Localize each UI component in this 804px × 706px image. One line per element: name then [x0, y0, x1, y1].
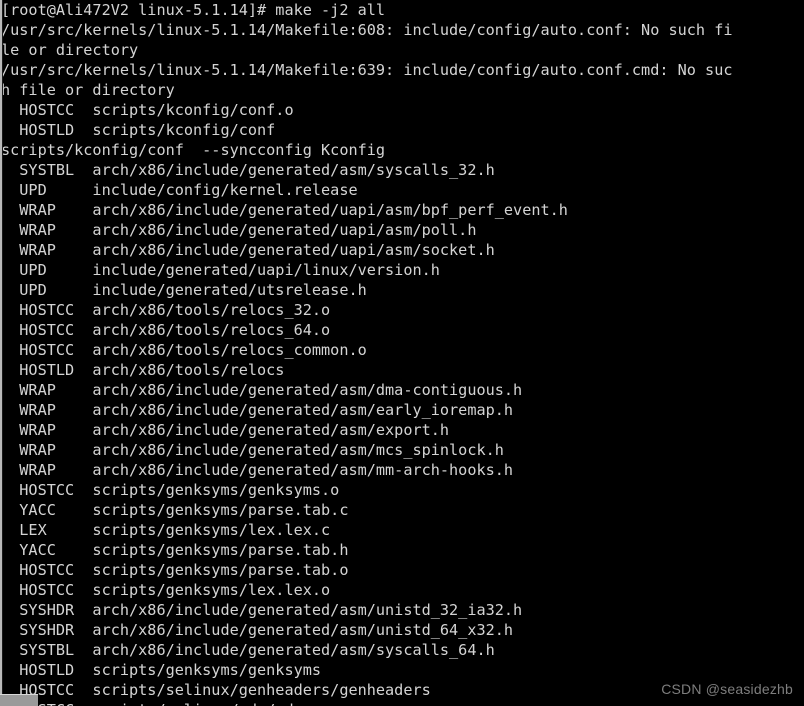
terminal-line: HOSTCC scripts/genksyms/parse.tab.o — [1, 561, 349, 579]
terminal-output-screen[interactable]: [root@Ali472V2 linux-5.1.14]# make -j2 a… — [0, 0, 804, 706]
terminal-line: SYSTBL arch/x86/include/generated/asm/sy… — [1, 161, 495, 179]
terminal-line: HOSTCC scripts/genksyms/genksyms.o — [1, 481, 340, 499]
terminal-line: SYSHDR arch/x86/include/generated/asm/un… — [1, 601, 523, 619]
terminal-line: HOSTCC scripts/kconfig/conf.o — [1, 101, 294, 119]
window-left-edge-shadow — [2, 0, 3, 706]
terminal-line: WRAP arch/x86/include/generated/asm/dma-… — [1, 381, 523, 399]
terminal-line: HOSTLD scripts/genksyms/genksyms — [1, 661, 322, 679]
terminal-window[interactable]: [root@Ali472V2 linux-5.1.14]# make -j2 a… — [0, 0, 804, 706]
terminal-line: HOSTCC arch/x86/tools/relocs_32.o — [1, 301, 331, 319]
terminal-line: [root@Ali472V2 linux-5.1.14]# make -j2 a… — [1, 1, 386, 19]
terminal-line: UPD include/config/kernel.release — [1, 181, 358, 199]
terminal-line: WRAP arch/x86/include/generated/asm/mcs_… — [1, 441, 504, 459]
terminal-line: HOSTCC arch/x86/tools/relocs_64.o — [1, 321, 331, 339]
terminal-line: YACC scripts/genksyms/parse.tab.h — [1, 541, 349, 559]
terminal-line: HOSTLD arch/x86/tools/relocs — [1, 361, 285, 379]
terminal-line: HOSTCC scripts/selinux/mdp/mdp — [0, 700, 804, 706]
terminal-line: LEX scripts/genksyms/lex.lex.c — [1, 521, 331, 539]
scrollbar-corner[interactable] — [0, 694, 38, 706]
terminal-line: SYSHDR arch/x86/include/generated/asm/un… — [1, 621, 514, 639]
terminal-line: UPD include/generated/uapi/linux/version… — [1, 261, 440, 279]
terminal-line: /usr/src/kernels/linux-5.1.14/Makefile:6… — [1, 61, 733, 79]
terminal-line: /usr/src/kernels/linux-5.1.14/Makefile:6… — [1, 21, 733, 39]
terminal-line: WRAP arch/x86/include/generated/asm/earl… — [1, 401, 514, 419]
terminal-line: HOSTCC arch/x86/tools/relocs_common.o — [1, 341, 367, 359]
watermark-label: CSDN @seasidezhb — [661, 681, 793, 697]
terminal-line: h file or directory — [1, 81, 175, 99]
terminal-line: WRAP arch/x86/include/generated/asm/expo… — [1, 421, 450, 439]
terminal-line: HOSTLD scripts/kconfig/conf — [1, 121, 276, 139]
terminal-line: UPD include/generated/utsrelease.h — [1, 281, 367, 299]
terminal-line: le or directory — [1, 41, 139, 59]
terminal-line: scripts/kconfig/conf --syncconfig Kconfi… — [1, 141, 386, 159]
terminal-line: WRAP arch/x86/include/generated/uapi/asm… — [1, 201, 568, 219]
terminal-line: WRAP arch/x86/include/generated/uapi/asm… — [1, 221, 477, 239]
terminal-line: WRAP arch/x86/include/generated/uapi/asm… — [1, 241, 495, 259]
terminal-line: YACC scripts/genksyms/parse.tab.c — [1, 501, 349, 519]
terminal-line: WRAP arch/x86/include/generated/asm/mm-a… — [1, 461, 514, 479]
terminal-line: SYSTBL arch/x86/include/generated/asm/sy… — [1, 641, 495, 659]
terminal-line: HOSTCC scripts/genksyms/lex.lex.o — [1, 581, 331, 599]
